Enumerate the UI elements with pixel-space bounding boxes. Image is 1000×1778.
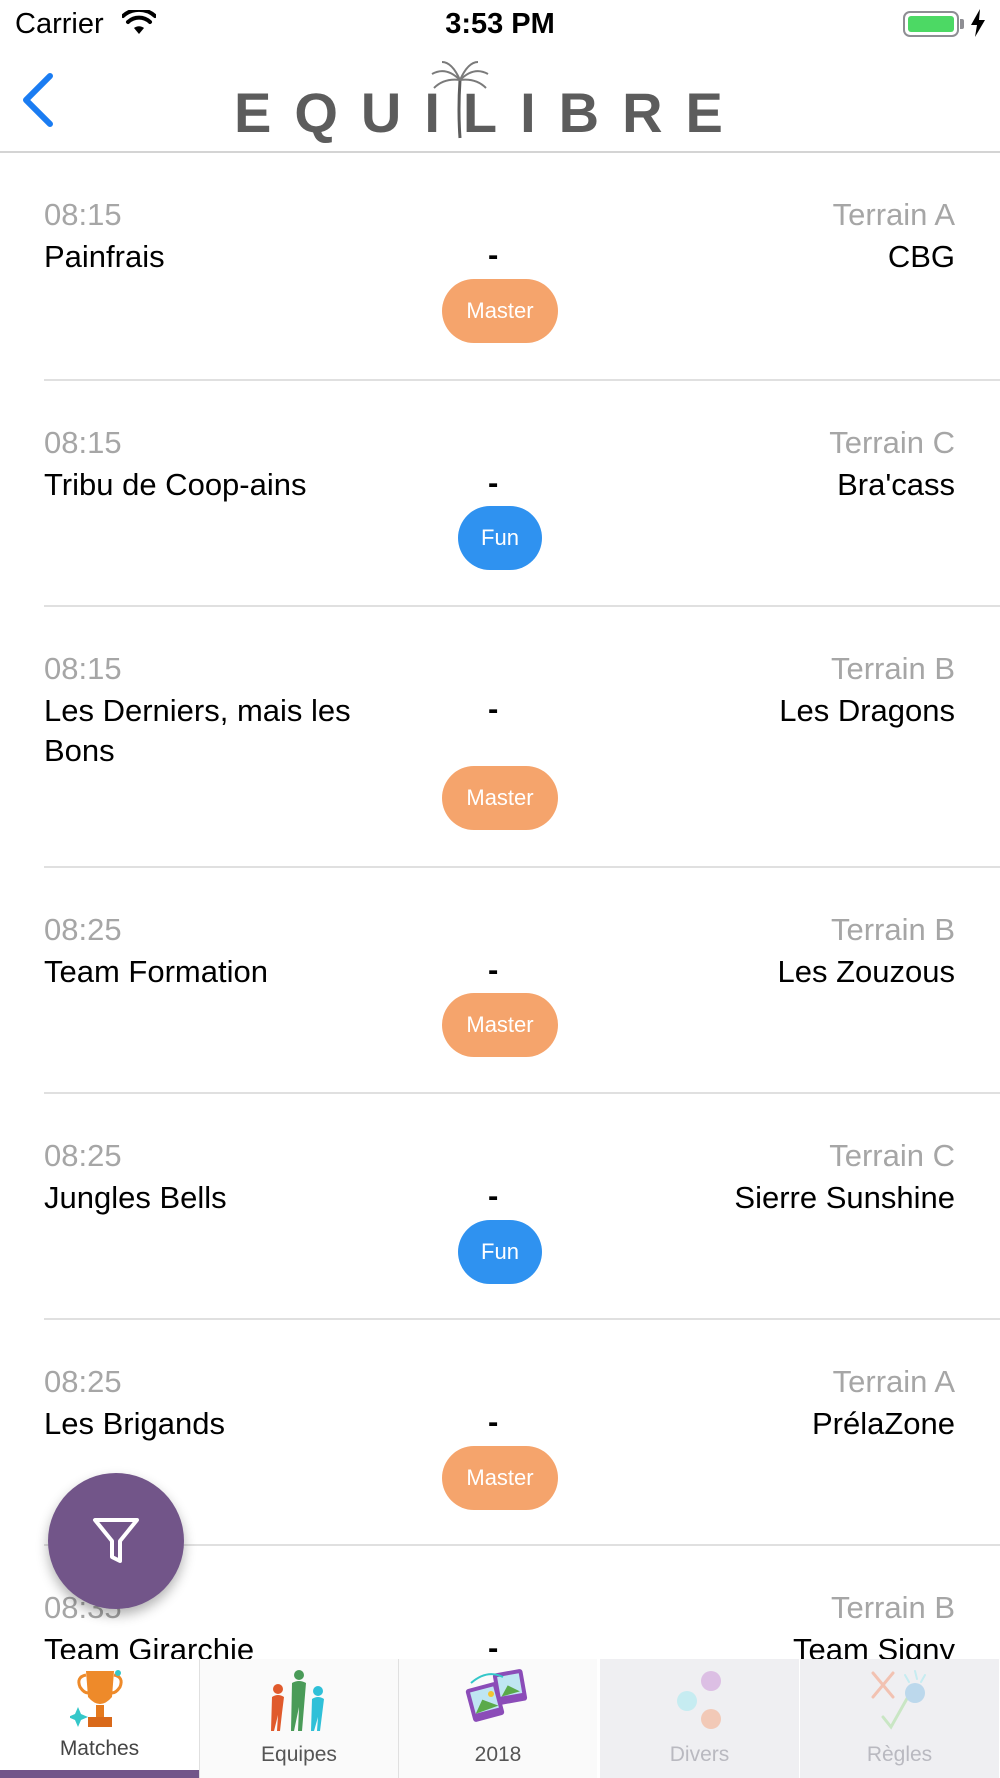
category-badge[interactable]: Fun bbox=[458, 1220, 542, 1284]
family-icon bbox=[200, 1667, 398, 1737]
palm-tree-icon bbox=[430, 60, 490, 145]
match-list[interactable]: 08:15 Terrain A Painfrais - CBG Master 0… bbox=[0, 153, 1000, 1659]
match-score: - bbox=[488, 1178, 499, 1213]
match-row[interactable]: 08:25 Terrain A Les Brigands - PrélaZone… bbox=[44, 1320, 1000, 1546]
home-team: Tribu de Coop-ains bbox=[44, 467, 307, 502]
filter-button[interactable] bbox=[48, 1473, 184, 1609]
match-time: 08:15 bbox=[44, 425, 122, 460]
match-terrain: Terrain C bbox=[829, 1138, 955, 1173]
tab-label: 2018 bbox=[474, 1743, 522, 1766]
category-badge[interactable]: Master bbox=[442, 1446, 558, 1510]
home-team: Team Formation bbox=[44, 954, 268, 989]
photos-icon bbox=[399, 1667, 597, 1737]
away-team: Les Zouzous bbox=[777, 954, 956, 989]
match-terrain: Terrain B bbox=[830, 651, 955, 686]
home-team: Les Brigands bbox=[44, 1406, 225, 1441]
dots-icon bbox=[600, 1667, 799, 1737]
tab-matches[interactable]: Matches bbox=[0, 1659, 199, 1778]
rules-icon bbox=[800, 1667, 999, 1737]
home-team: Jungles Bells bbox=[44, 1180, 227, 1215]
tab-equipes[interactable]: Equipes bbox=[199, 1659, 398, 1778]
tab-label: Règles bbox=[866, 1743, 933, 1766]
match-score: - bbox=[488, 1404, 499, 1439]
tab-label: Matches bbox=[59, 1737, 140, 1760]
away-team: Sierre Sunshine bbox=[734, 1180, 955, 1215]
match-terrain: Terrain B bbox=[830, 1590, 955, 1625]
match-time: 08:15 bbox=[44, 651, 122, 686]
category-badge[interactable]: Master bbox=[442, 766, 558, 830]
away-team: Team Signy bbox=[793, 1632, 955, 1659]
match-score: - bbox=[488, 691, 499, 726]
status-time: 3:53 PM bbox=[445, 8, 555, 40]
tab-bar: Matches Equipes 2018 Divers Règles bbox=[0, 1659, 1000, 1778]
away-team: CBG bbox=[887, 239, 955, 274]
tab-divers[interactable]: Divers bbox=[600, 1659, 799, 1778]
match-row[interactable]: 08:25 Terrain C Jungles Bells - Sierre S… bbox=[44, 1094, 1000, 1320]
match-row[interactable]: 08:15 Terrain C Tribu de Coop-ains - Bra… bbox=[44, 381, 1000, 607]
battery-icon bbox=[903, 11, 959, 37]
away-team: Bra'cass bbox=[837, 467, 955, 502]
navigation-bar: EQUILIBRE bbox=[0, 50, 1000, 153]
match-time: 08:25 bbox=[44, 1364, 122, 1399]
match-terrain: Terrain A bbox=[832, 197, 955, 232]
match-terrain: Terrain C bbox=[829, 425, 955, 460]
match-time: 08:25 bbox=[44, 1138, 122, 1173]
match-time: 08:15 bbox=[44, 197, 122, 232]
category-badge[interactable]: Master bbox=[442, 993, 558, 1057]
match-row[interactable]: 08:15 Terrain A Painfrais - CBG Master bbox=[44, 153, 1000, 381]
tab-2018[interactable]: 2018 bbox=[398, 1659, 597, 1778]
tab-regles[interactable]: Règles bbox=[800, 1659, 999, 1778]
chevron-left-icon bbox=[23, 73, 53, 127]
match-row[interactable]: 08:15 Terrain B Les Derniers, mais les B… bbox=[44, 607, 1000, 868]
away-team: Les Dragons bbox=[779, 693, 955, 728]
away-team: PrélaZone bbox=[811, 1406, 955, 1441]
match-score: - bbox=[488, 465, 499, 500]
match-row[interactable]: 08:25 Terrain B Team Formation - Les Zou… bbox=[44, 868, 1000, 1094]
match-score: - bbox=[488, 237, 499, 272]
status-bar: Carrier 3:53 PM bbox=[0, 0, 1000, 50]
tab-label: Equipes bbox=[261, 1743, 337, 1766]
match-terrain: Terrain A bbox=[832, 1364, 955, 1399]
tab-label: Divers bbox=[669, 1743, 730, 1766]
trophy-icon bbox=[0, 1667, 199, 1737]
home-team: Painfrais bbox=[44, 239, 165, 274]
charging-icon bbox=[970, 9, 986, 42]
active-tab-indicator bbox=[0, 1770, 199, 1778]
match-row[interactable]: 08:35 Terrain B Team Girarchie - Team Si… bbox=[44, 1546, 1000, 1659]
app-logo: EQUILIBRE bbox=[234, 60, 723, 145]
match-score: - bbox=[488, 952, 499, 987]
home-team: Les Derniers, mais les Bons bbox=[44, 693, 351, 768]
filter-icon bbox=[93, 1518, 139, 1563]
back-button[interactable] bbox=[18, 70, 68, 130]
battery-tip bbox=[960, 19, 964, 29]
match-time: 08:25 bbox=[44, 912, 122, 947]
match-score: - bbox=[488, 1630, 499, 1659]
category-badge[interactable]: Master bbox=[442, 279, 558, 343]
match-terrain: Terrain B bbox=[830, 912, 955, 947]
category-badge[interactable]: Fun bbox=[458, 506, 542, 570]
home-team: Team Girarchie bbox=[44, 1632, 255, 1659]
